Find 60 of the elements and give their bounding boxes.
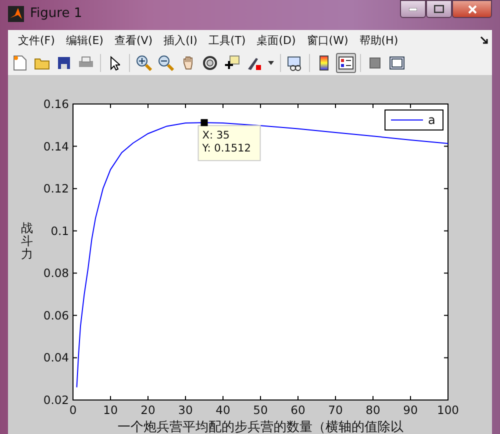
menu-item[interactable]: 文件(F) <box>14 32 59 48</box>
new-file-icon <box>13 55 27 72</box>
x-tick-label: 0 <box>69 403 77 417</box>
menu-item[interactable]: 查看(V) <box>110 32 157 48</box>
menu-item[interactable]: 工具(T) <box>204 32 250 48</box>
rotate-icon <box>202 55 218 72</box>
maximize-button[interactable] <box>426 0 452 18</box>
x-tick-label: 70 <box>328 403 343 417</box>
linked-windows-icon <box>287 56 303 71</box>
y-axis-label: 战斗力 <box>21 222 33 262</box>
y-tick-label: 0.16 <box>43 97 69 111</box>
legend-label: a <box>428 113 436 127</box>
menu-item[interactable]: 插入(I) <box>160 32 202 48</box>
y-tick-label: 0.12 <box>43 182 69 196</box>
menu-item[interactable]: 帮助(H) <box>355 32 402 48</box>
y-tick-label: 0.08 <box>43 266 69 280</box>
y-tick-label: 0.04 <box>43 350 69 365</box>
menu-item[interactable]: 桌面(D) <box>252 32 300 48</box>
data-tip-text: Y: 0.1512 <box>202 142 251 155</box>
x-tick-label: 10 <box>103 403 118 417</box>
minimize-button[interactable] <box>400 0 426 18</box>
window-title: Figure 1 <box>30 6 82 22</box>
y-tick-label: 0.02 <box>43 393 69 407</box>
colorbar-icon <box>319 55 329 72</box>
maximize-icon <box>434 5 444 13</box>
hand-icon <box>180 55 196 72</box>
caret-icon <box>268 61 274 66</box>
data-tip <box>198 125 261 162</box>
close-button[interactable] <box>452 0 492 18</box>
data-tip-text: X: 35 <box>202 130 230 142</box>
y-tick-label: 0.1 <box>50 224 69 238</box>
pointer-icon <box>110 56 120 71</box>
y-tick-label: 0.14 <box>43 139 69 154</box>
toolbar-button[interactable] <box>156 53 176 74</box>
x-tick-label: 100 <box>437 403 459 417</box>
menu-item[interactable]: 窗口(W) <box>302 32 352 48</box>
close-icon <box>468 4 476 14</box>
x-tick-label: 40 <box>216 403 230 417</box>
toolbar-button[interactable] <box>336 53 356 74</box>
dock-arrow-icon <box>480 36 488 44</box>
legend-icon <box>338 56 354 70</box>
window-icon <box>389 56 405 70</box>
x-tick-label: 50 <box>253 403 268 417</box>
menu-item[interactable]: 编辑(E) <box>62 32 108 48</box>
app-logo-icon <box>8 6 24 22</box>
x-axis-label: 一个炮兵营平均配的步兵营的数量（横轴的值除以 <box>118 420 404 434</box>
brush-icon <box>246 55 262 72</box>
square-icon <box>369 57 381 70</box>
folder-icon <box>34 56 50 70</box>
x-tick-label: 20 <box>140 403 156 417</box>
minimize-icon <box>409 8 417 10</box>
x-tick-label: 60 <box>290 403 306 417</box>
toolbar-button[interactable] <box>134 53 154 74</box>
x-tick-label: 30 <box>178 403 193 417</box>
x-tick-label: 90 <box>403 403 418 417</box>
zoom-out-icon <box>158 55 174 72</box>
data-cursor-icon <box>224 55 240 72</box>
zoom-in-icon <box>136 55 152 72</box>
y-tick-label: 0.06 <box>43 308 69 322</box>
x-tick-label: 80 <box>366 403 380 417</box>
